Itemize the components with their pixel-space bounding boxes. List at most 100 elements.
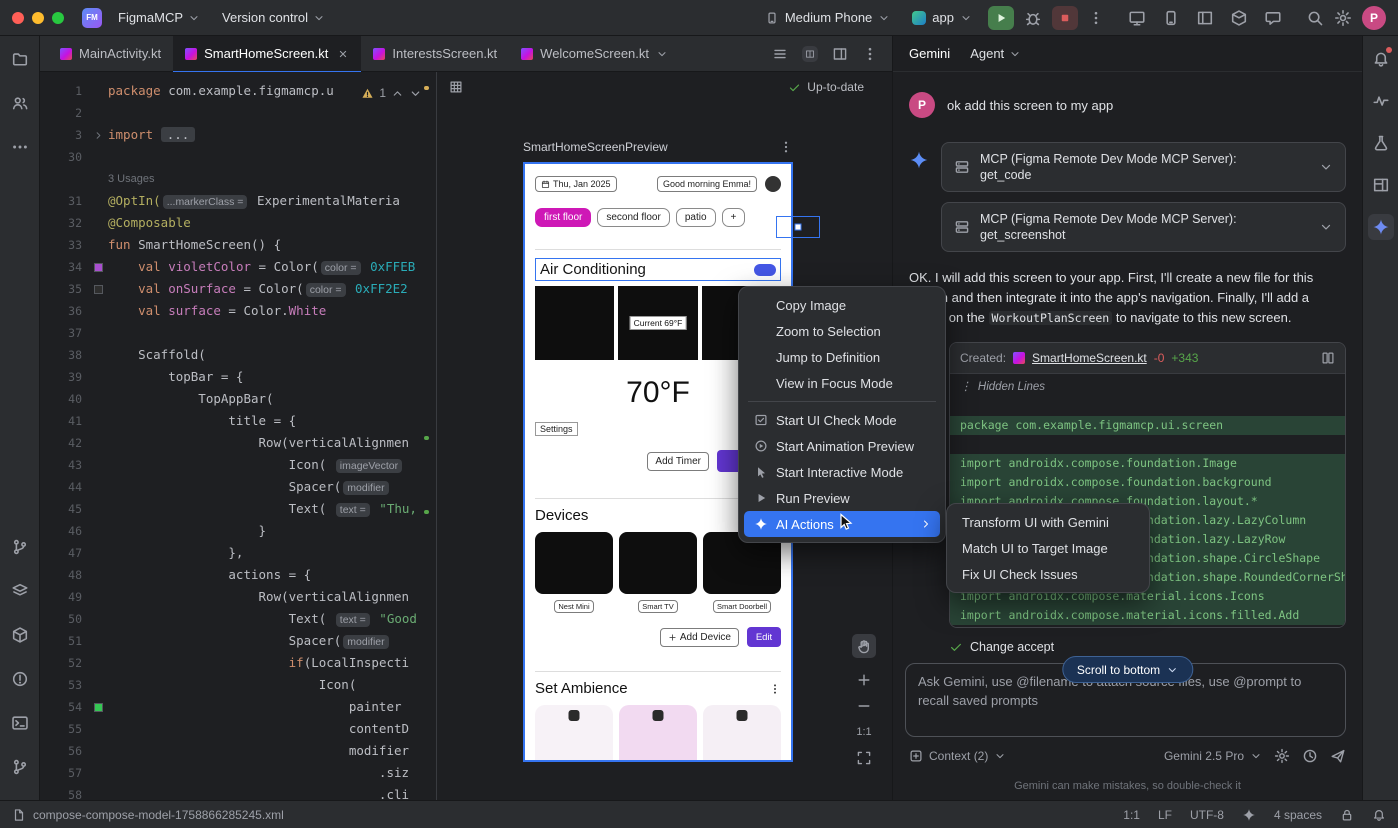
menu-item-start-interactive-mode[interactable]: Start Interactive Mode [744,459,940,485]
model-selector[interactable]: Gemini 2.5 Pro [1164,749,1262,763]
submenu-item-fix-ui-check-issues[interactable]: Fix UI Check Issues [952,561,1144,587]
close-tab-icon[interactable] [337,48,349,60]
created-file-link[interactable]: SmartHomeScreen.kt [1032,351,1147,365]
build-tool-button[interactable] [7,622,33,648]
menu-item-start-ui-check-mode[interactable]: Start UI Check Mode [744,407,940,433]
design-view-icon[interactable] [832,46,848,62]
running-devices-icon[interactable] [1162,9,1180,27]
chip-+[interactable]: + [722,208,746,227]
more-run-options-button[interactable] [1088,10,1104,26]
terminal-tool-button[interactable] [7,710,33,736]
usages-hint[interactable]: 3 Usages [108,168,154,190]
settings-label[interactable]: Settings [535,422,578,436]
tab-dropdown-icon[interactable] [656,48,668,60]
vcs-menu[interactable]: Version control [216,7,331,28]
project-menu[interactable]: FigmaMCP [112,7,206,28]
caret-position[interactable]: 1:1 [1123,808,1140,822]
layout-inspector-tool-button[interactable] [1368,172,1394,198]
ambience-tile[interactable] [535,705,613,762]
code-editor[interactable]: 1package com.example.figmamcp.u23import … [40,72,432,800]
plugins-icon[interactable] [1230,9,1248,27]
menu-item-jump-to-definition[interactable]: Jump to Definition [744,344,940,370]
chat-transcript[interactable]: P ok add this screen to my app MCP (Figm… [893,72,1362,692]
zoom-ratio-button[interactable]: 1:1 [852,720,876,744]
readonly-lock-icon[interactable] [1340,808,1354,822]
indent-config[interactable]: 4 spaces [1274,808,1322,822]
menu-item-run-preview[interactable]: Run Preview [744,485,940,511]
code-view-icon[interactable] [772,46,788,62]
pull-request-tool-button[interactable] [7,534,33,560]
expand-icon[interactable] [1319,160,1333,174]
add-device-button[interactable]: Add Device [660,628,739,647]
search-everywhere-button[interactable] [1306,9,1324,27]
close-window-button[interactable] [12,12,24,24]
selection-handle[interactable] [776,216,820,238]
tool-windows-icon[interactable] [1196,9,1214,27]
menu-item-start-animation-preview[interactable]: Start Animation Preview [744,433,940,459]
chat-settings-icon[interactable] [1274,748,1290,764]
mcp-call-get-screenshot[interactable]: MCP (Figma Remote Dev Mode MCP Server): … [941,202,1346,252]
send-button[interactable] [1330,748,1346,764]
menu-item-copy-image[interactable]: Copy Image [744,292,940,318]
maximize-window-button[interactable] [52,12,64,24]
device-selector[interactable]: Medium Phone [759,7,896,28]
bell-tool-button[interactable] [1368,46,1394,72]
next-issue-icon[interactable] [409,87,422,100]
tab-options-button[interactable] [862,46,878,62]
minimize-window-button[interactable] [32,12,44,24]
more-tool-button[interactable] [7,134,33,160]
inspection-widget[interactable]: 1 [361,82,422,104]
zoom-fit-button[interactable] [852,746,876,770]
mcp-call-get-code[interactable]: MCP (Figma Remote Dev Mode MCP Server): … [941,142,1346,192]
scroll-to-bottom-button[interactable]: Scroll to bottom [1062,656,1193,683]
ambience-tile[interactable] [703,705,781,762]
flask-tool-button[interactable] [1368,130,1394,156]
git-branch-tool-button[interactable] [7,754,33,780]
color-swatch[interactable] [94,263,103,272]
run-configuration-selector[interactable]: app [906,7,978,28]
menu-item-zoom-to-selection[interactable]: Zoom to Selection [744,318,940,344]
layers-tool-button[interactable] [7,578,33,604]
color-swatch[interactable] [94,285,103,294]
preview-title[interactable]: SmartHomeScreenPreview [523,140,668,154]
tab-SmartHomeScreen.kt[interactable]: SmartHomeScreen.kt [173,36,361,72]
device-streaming-icon[interactable] [1128,9,1146,27]
ambience-options-icon[interactable] [769,683,781,695]
pan-tool-button[interactable] [852,634,876,658]
tab-agent[interactable]: Agent [970,46,1021,61]
tab-gemini[interactable]: Gemini [909,46,950,61]
ai-status-icon[interactable] [1242,808,1256,822]
chat-history-icon[interactable] [1302,748,1318,764]
chip-first-floor[interactable]: first floor [535,208,591,227]
device-tile[interactable] [619,532,697,594]
air-conditioning-header[interactable]: Air Conditioning [535,258,781,281]
profiler-tool-button[interactable] [1368,88,1394,114]
add-timer-button[interactable]: Add Timer [647,452,709,471]
grid-layout-icon[interactable] [449,80,463,94]
zoom-out-button[interactable] [852,694,876,718]
gemini-tool-button[interactable] [1368,214,1394,240]
status-file[interactable]: compose-compose-model-1758866285245.xml [12,808,284,822]
line-separator[interactable]: LF [1158,808,1172,822]
color-swatch[interactable] [94,703,103,712]
stop-button[interactable] [1052,6,1078,30]
edit-button[interactable]: Edit [747,627,781,647]
tab-WelcomeScreen.kt[interactable]: WelcomeScreen.kt [509,36,680,72]
tab-MainActivity.kt[interactable]: MainActivity.kt [48,36,173,72]
fold-arrow-icon[interactable] [93,130,104,141]
zoom-in-button[interactable] [852,668,876,692]
users-tool-button[interactable] [7,90,33,116]
folder-tool-button[interactable] [7,46,33,72]
menu-item-view-in-focus-mode[interactable]: View in Focus Mode [744,370,940,396]
chip-second-floor[interactable]: second floor [597,208,669,227]
notifications-icon[interactable] [1372,808,1386,822]
submenu-item-transform-ui-with-gemini[interactable]: Transform UI with Gemini [952,509,1144,535]
ambience-tile[interactable] [619,705,697,762]
ac-toggle[interactable] [754,264,776,276]
device-tile[interactable] [535,532,613,594]
preview-options-button[interactable] [779,140,793,154]
submenu-item-match-ui-to-target-image[interactable]: Match UI to Target Image [952,535,1144,561]
split-view-icon[interactable] [802,46,818,62]
debug-button[interactable] [1024,9,1042,27]
profile-avatar[interactable]: P [1362,6,1386,30]
